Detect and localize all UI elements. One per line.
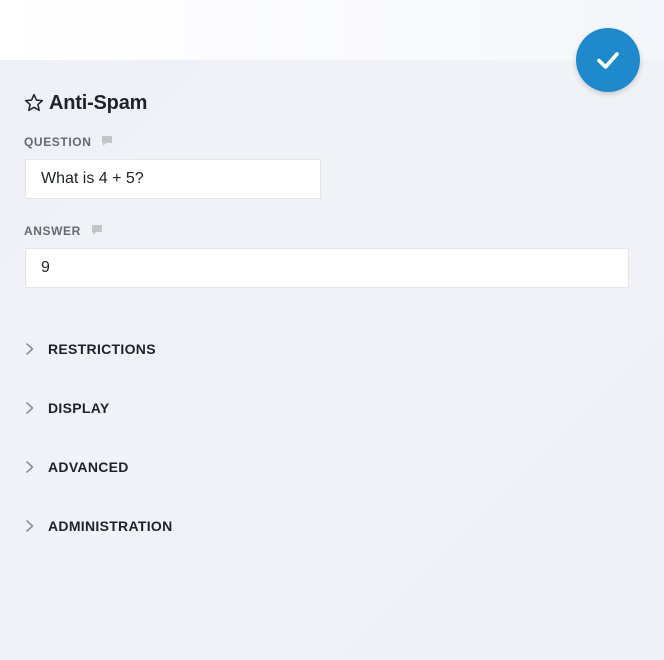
section-advanced[interactable]: ADVANCED [24,455,129,479]
section-restrictions[interactable]: RESTRICTIONS [24,337,156,361]
chevron-right-icon [24,459,36,475]
star-outline-icon[interactable] [24,93,44,113]
section-label: RESTRICTIONS [48,341,156,357]
answer-label: ANSWER [24,224,81,238]
confirm-button[interactable] [576,28,640,92]
section-label: DISPLAY [48,400,110,416]
chevron-right-icon [24,341,36,357]
panel-header: Anti-Spam [24,89,147,117]
section-label: ADMINISTRATION [48,518,173,534]
answer-label-row: ANSWER [24,224,103,238]
section-display[interactable]: DISPLAY [24,396,110,420]
panel-title: Anti-Spam [49,91,148,114]
comment-icon[interactable] [101,135,113,147]
top-bar [0,0,664,60]
check-icon [593,45,623,75]
question-label: QUESTION [24,135,92,149]
comment-icon[interactable] [91,224,103,236]
answer-input[interactable] [25,248,629,288]
section-administration[interactable]: ADMINISTRATION [24,514,173,538]
chevron-right-icon [24,518,36,534]
chevron-right-icon [24,400,36,416]
question-input[interactable] [25,159,321,199]
question-label-row: QUESTION [24,135,113,149]
section-label: ADVANCED [48,459,129,475]
